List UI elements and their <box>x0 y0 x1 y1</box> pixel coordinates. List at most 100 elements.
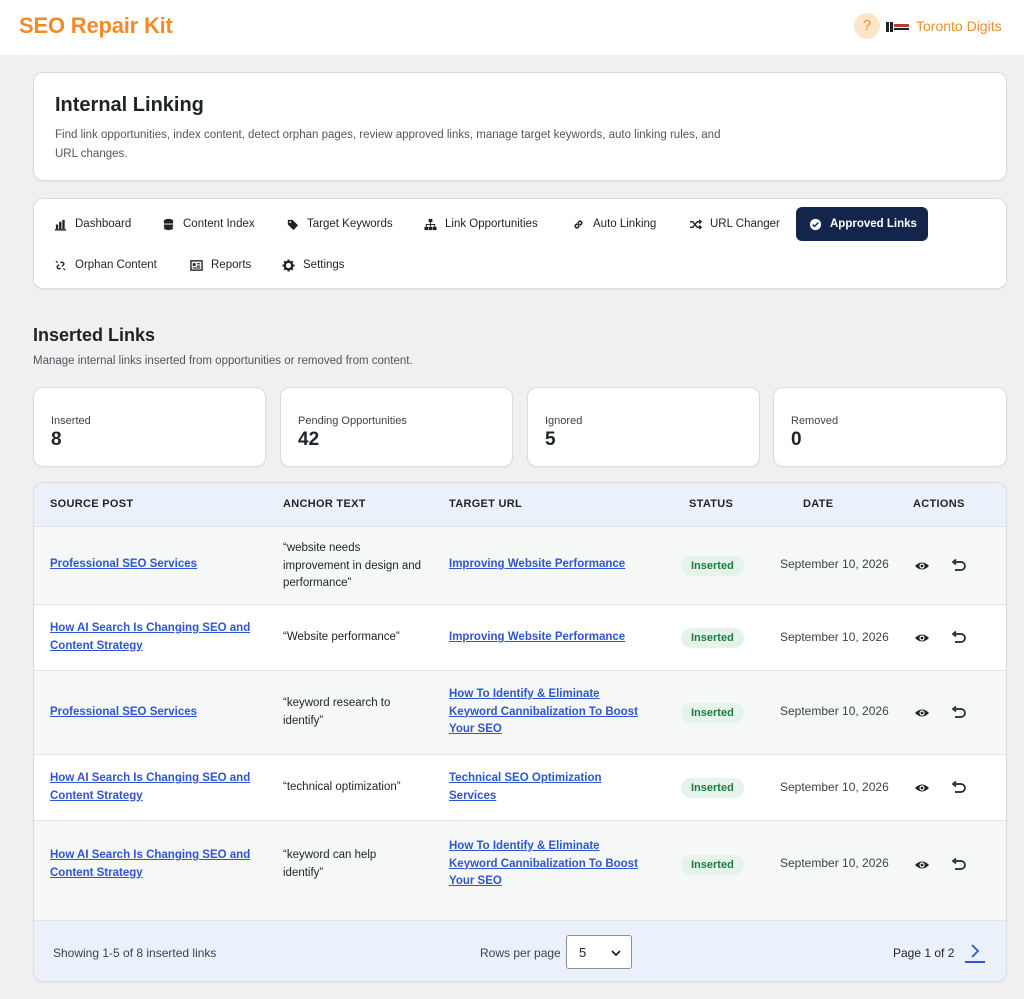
target-url-link[interactable]: How To Identify & Eliminate Keyword Cann… <box>449 686 649 739</box>
broken-link-icon <box>54 259 67 272</box>
table-header: SOURCE POST ANCHOR TEXT TARGET URL STATU… <box>34 483 1006 526</box>
report-icon <box>190 259 203 272</box>
help-button[interactable]: ? <box>854 13 880 39</box>
stat-card-inserted: Inserted 8 <box>33 387 266 467</box>
section-subtitle: Manage internal links inserted from oppo… <box>33 355 413 367</box>
target-url-link[interactable]: How To Identify & Eliminate Keyword Cann… <box>449 838 649 891</box>
view-button[interactable] <box>914 558 930 574</box>
undo-button[interactable] <box>950 630 966 646</box>
view-button[interactable] <box>914 705 930 721</box>
chevron-down-icon <box>611 950 621 957</box>
undo-icon <box>951 857 966 870</box>
tab-label: Content Index <box>183 218 255 230</box>
tab-label: Link Opportunities <box>445 218 538 230</box>
source-post-link[interactable]: Professional SEO Services <box>50 556 250 574</box>
undo-button[interactable] <box>950 558 966 574</box>
anchor-text: “website needs improvement in design and… <box>283 542 422 589</box>
page-info: Page 1 of 2 <box>893 946 955 960</box>
app-brand: SEO Repair Kit <box>19 13 173 38</box>
tab-dashboard[interactable]: Dashboard <box>41 207 144 241</box>
stat-value: 42 <box>298 429 320 450</box>
sitemap-icon <box>424 218 437 231</box>
column-header-date[interactable]: DATE <box>803 498 833 510</box>
page-title: Internal Linking <box>55 94 204 116</box>
stat-label: Pending Opportunities <box>298 415 407 427</box>
next-page-button[interactable] <box>965 941 985 963</box>
tab-label: Dashboard <box>75 218 132 230</box>
source-post-link[interactable]: Professional SEO Services <box>50 704 250 722</box>
page-description: Find link opportunities, index content, … <box>55 129 721 160</box>
stat-label: Ignored <box>545 415 583 427</box>
tab-reports[interactable]: Reports <box>177 248 264 282</box>
tab-label: URL Changer <box>710 218 780 230</box>
undo-icon <box>951 780 966 793</box>
date-text: September 10, 2026 <box>780 780 889 794</box>
column-header-status[interactable]: STATUS <box>689 498 733 510</box>
database-icon <box>162 218 175 231</box>
table-pagination: Showing 1-5 of 8 inserted links Rows per… <box>34 920 1006 981</box>
column-header-target[interactable]: TARGET URL <box>449 498 522 510</box>
stat-value: 0 <box>791 429 802 450</box>
stat-card-pending: Pending Opportunities 42 <box>280 387 513 467</box>
undo-button[interactable] <box>950 857 966 873</box>
table-row: Professional SEO Services “website needs… <box>34 526 1006 604</box>
anchor-text: “keyword research to identify” <box>283 697 391 727</box>
target-url-link[interactable]: Improving Website Performance <box>449 556 649 574</box>
eye-icon <box>915 784 929 792</box>
stat-card-removed: Removed 0 <box>773 387 1007 467</box>
tab-approved-links[interactable]: Approved Links <box>796 207 928 241</box>
table-row: How AI Search Is Changing SEO and Conten… <box>34 754 1006 820</box>
undo-button[interactable] <box>950 705 966 721</box>
status-badge: Inserted <box>681 703 744 723</box>
chart-bar-icon <box>54 218 67 231</box>
tab-label: Settings <box>303 259 345 271</box>
column-header-source[interactable]: SOURCE POST <box>50 498 133 510</box>
undo-button[interactable] <box>950 780 966 796</box>
tab-label: Approved Links <box>830 218 917 230</box>
source-post-link[interactable]: How AI Search Is Changing SEO and Conten… <box>50 770 260 805</box>
eye-icon <box>915 861 929 869</box>
section-title: Inserted Links <box>33 325 156 345</box>
source-post-link[interactable]: How AI Search Is Changing SEO and Conten… <box>50 847 260 882</box>
showing-count: Showing 1-5 of 8 inserted links <box>53 946 217 960</box>
column-header-anchor[interactable]: ANCHOR TEXT <box>283 498 366 510</box>
status-badge: Inserted <box>681 778 744 798</box>
table-row: How AI Search Is Changing SEO and Conten… <box>34 604 1006 670</box>
tab-target-keywords[interactable]: Target Keywords <box>273 207 406 241</box>
rows-per-page-select[interactable]: 5 <box>566 935 632 969</box>
status-badge: Inserted <box>681 628 744 648</box>
tab-label: Auto Linking <box>593 218 657 230</box>
tab-label: Target Keywords <box>307 218 393 230</box>
tab-orphan-content[interactable]: Orphan Content <box>41 248 170 282</box>
module-nav: Dashboard Content Index Target Keywords … <box>33 198 1007 289</box>
date-text: September 10, 2026 <box>780 630 889 644</box>
intro-card: Internal Linking Find link opportunities… <box>33 72 1007 181</box>
view-button[interactable] <box>914 630 930 646</box>
tab-label: Reports <box>211 259 252 271</box>
view-button[interactable] <box>914 857 930 873</box>
top-bar: SEO Repair Kit ? Toronto Digits <box>0 0 1024 55</box>
status-badge: Inserted <box>681 556 744 576</box>
anchor-text: “keyword can help identify” <box>283 849 377 879</box>
anchor-text: “technical optimization” <box>283 781 401 793</box>
status-badge: Inserted <box>681 855 744 875</box>
source-post-link[interactable]: How AI Search Is Changing SEO and Conten… <box>50 620 260 655</box>
inserted-links-table: SOURCE POST ANCHOR TEXT TARGET URL STATU… <box>33 482 1007 982</box>
tab-content-index[interactable]: Content Index <box>149 207 268 241</box>
tab-settings[interactable]: Settings <box>269 248 358 282</box>
target-url-link[interactable]: Improving Website Performance <box>449 629 649 647</box>
stat-value: 5 <box>545 429 556 450</box>
stat-value: 8 <box>51 429 62 450</box>
gear-icon <box>282 258 295 272</box>
view-button[interactable] <box>914 780 930 796</box>
tab-url-changer[interactable]: URL Changer <box>676 207 793 241</box>
tab-link-opportunities[interactable]: Link Opportunities <box>411 207 551 241</box>
target-url-link[interactable]: Technical SEO Optimization Services <box>449 770 624 805</box>
undo-icon <box>951 705 966 718</box>
chevron-right-icon <box>971 944 980 958</box>
stat-label: Removed <box>791 415 839 427</box>
tab-auto-linking[interactable]: Auto Linking <box>559 207 669 241</box>
question-icon: ? <box>862 17 872 34</box>
site-name[interactable]: Toronto Digits <box>916 18 1002 34</box>
rows-per-page-value: 5 <box>579 945 587 960</box>
